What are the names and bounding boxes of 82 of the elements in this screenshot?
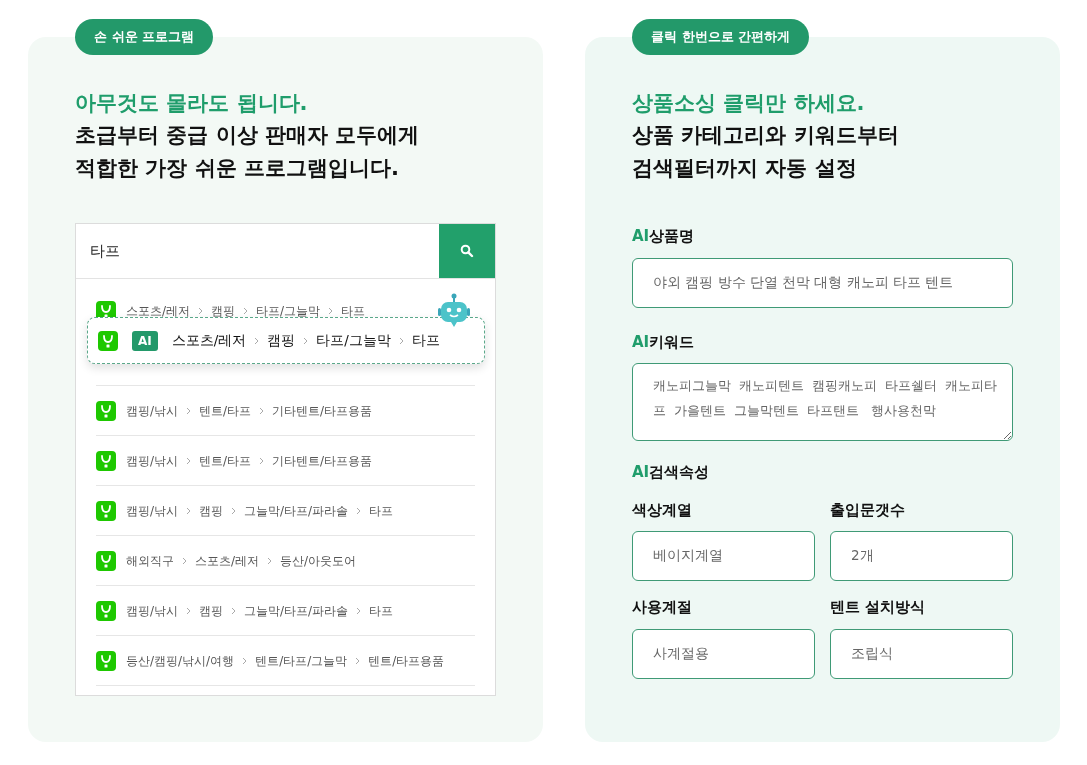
result-row[interactable]: 등산/캠핑/낚시/여행 텐트/타프/그늘막 텐트/타프용품 bbox=[96, 636, 475, 686]
headline: 상품소싱 클릭만 하세요. bbox=[632, 90, 866, 117]
result-row[interactable]: 캠핑/낚시 텐트/타프 기타텐트/타프용품 bbox=[96, 436, 475, 486]
section-badge: 손 쉬운 프로그램 bbox=[75, 19, 214, 55]
category-name: 타프 bbox=[341, 302, 366, 320]
chevron-icon bbox=[398, 336, 404, 345]
field-label: 출입문갯수 bbox=[830, 499, 906, 521]
chevron-icon bbox=[328, 306, 334, 315]
attribute-field[interactable]: 베이지계열 bbox=[632, 531, 815, 581]
search-icon bbox=[460, 244, 474, 258]
category-name: 텐트/타프 bbox=[199, 452, 252, 470]
category-name: 등산/캠핑/낚시/여행 bbox=[126, 652, 235, 670]
result-row[interactable]: 캠핑/낚시 캠핑 그늘막/타프/파라솔 타프 bbox=[96, 486, 475, 536]
category-name: 캠핑 bbox=[199, 502, 224, 520]
section-badge: 클릭 한번으로 간편하게 bbox=[632, 19, 810, 55]
shopping-bag-icon bbox=[96, 600, 116, 621]
chevron-icon bbox=[259, 406, 265, 415]
chevron-icon bbox=[182, 556, 187, 565]
shopping-bag-icon bbox=[96, 550, 116, 571]
ai-suggestion-popup[interactable]: AI 스포츠/레저 캠핑 타프/그늘막 타프 bbox=[87, 317, 485, 364]
category-name: 기타텐트/타프용품 bbox=[272, 402, 373, 420]
field-label: AI상품명 bbox=[632, 226, 696, 247]
chevron-icon bbox=[186, 456, 192, 465]
keywords-field[interactable]: 캐노피그늘막 캐노피텐트 캠핑캐노피 타프쉘터 캐노피타프 가을텐트 그늘막텐트 타프탠트 행사용천막 bbox=[632, 363, 1013, 441]
chevron-icon bbox=[186, 506, 192, 515]
result-row[interactable]: 캠핑/낚시 캠핑 그늘막/타프/파라솔 타프 bbox=[96, 586, 475, 636]
ai-badge: AI bbox=[132, 330, 158, 351]
category-name: 캠핑/낚시 bbox=[126, 452, 179, 470]
category-name: 등산/아웃도어 bbox=[280, 552, 357, 570]
subheadline: 초급부터 중급 이상 판매자 모두에게 bbox=[75, 122, 421, 149]
subheadline: 상품 카테고리와 키워드부터 bbox=[632, 122, 900, 149]
category-name: 캠핑/낚시 bbox=[126, 402, 179, 420]
shopping-bag-icon bbox=[98, 330, 118, 351]
field-label: AI검색속성 bbox=[632, 462, 711, 483]
chevron-icon bbox=[267, 556, 273, 565]
category-name: 기타텐트/타프용품 bbox=[272, 452, 373, 470]
chevron-icon bbox=[355, 656, 361, 665]
category-name: 스포츠/레저 bbox=[195, 552, 260, 570]
result-row[interactable]: 캠핑/낚시 텐트/타프 기타텐트/타프용품 bbox=[96, 386, 475, 436]
category-name: 그늘막/타프/파라솔 bbox=[244, 502, 349, 520]
field-label: 색상계열 bbox=[632, 499, 693, 521]
chevron-icon bbox=[198, 306, 204, 315]
subheadline: 적합한 가장 쉬운 프로그램입니다. bbox=[75, 155, 400, 182]
category-name: 타프 bbox=[369, 602, 394, 620]
chevron-icon bbox=[231, 506, 237, 515]
category-name: 텐트/타프/그늘막 bbox=[255, 652, 348, 670]
category-name: 타프/그늘막 bbox=[256, 302, 321, 320]
search-button[interactable] bbox=[439, 224, 495, 278]
attribute-field[interactable]: 사계절용 bbox=[632, 628, 815, 679]
category-name: 그늘막/타프/파라솔 bbox=[244, 602, 349, 620]
shopping-bag-icon bbox=[96, 450, 116, 471]
category-name: 해외직구 bbox=[126, 552, 174, 570]
chevron-icon bbox=[186, 606, 192, 615]
subheadline: 검색필터까지 자동 설정 bbox=[632, 155, 858, 182]
attribute-field[interactable]: 2개 bbox=[830, 531, 1013, 581]
category-name: 스포츠/레저 bbox=[126, 302, 191, 320]
chevron-icon bbox=[231, 606, 237, 615]
chevron-icon bbox=[303, 336, 309, 345]
field-label: AI키워드 bbox=[632, 331, 696, 353]
chevron-icon bbox=[356, 606, 362, 615]
category-name: 캠핑 bbox=[199, 602, 224, 620]
category-name: 텐트/타프용품 bbox=[368, 652, 445, 670]
shopping-bag-icon bbox=[96, 500, 116, 521]
chevron-icon bbox=[186, 406, 192, 415]
chevron-icon bbox=[356, 506, 362, 515]
chevron-icon bbox=[259, 456, 265, 465]
product-name-field[interactable]: 야외 캠핑 방수 단열 천막 대형 캐노피 타프 텐트 bbox=[632, 257, 1013, 308]
chevron-icon bbox=[254, 336, 260, 345]
category-name: 캠핑/낚시 bbox=[126, 602, 179, 620]
field-label: 텐트 설치방식 bbox=[830, 597, 927, 618]
field-label: 사용계절 bbox=[632, 597, 693, 618]
category-name: 캠핑/낚시 bbox=[126, 502, 179, 520]
chevron-icon bbox=[243, 306, 249, 315]
category-name: 타프 bbox=[369, 502, 394, 520]
headline: 아무것도 몰라도 됩니다. bbox=[75, 90, 309, 117]
chevron-icon bbox=[242, 656, 248, 665]
category-name: 캠핑 bbox=[211, 302, 236, 320]
category-name: 텐트/타프 bbox=[199, 402, 252, 420]
attribute-field[interactable]: 조립식 bbox=[830, 628, 1013, 679]
shopping-bag-icon bbox=[96, 400, 116, 421]
shopping-bag-icon bbox=[96, 650, 116, 671]
result-row[interactable]: 해외직구 스포츠/레저 등산/아웃도어 bbox=[96, 536, 475, 586]
